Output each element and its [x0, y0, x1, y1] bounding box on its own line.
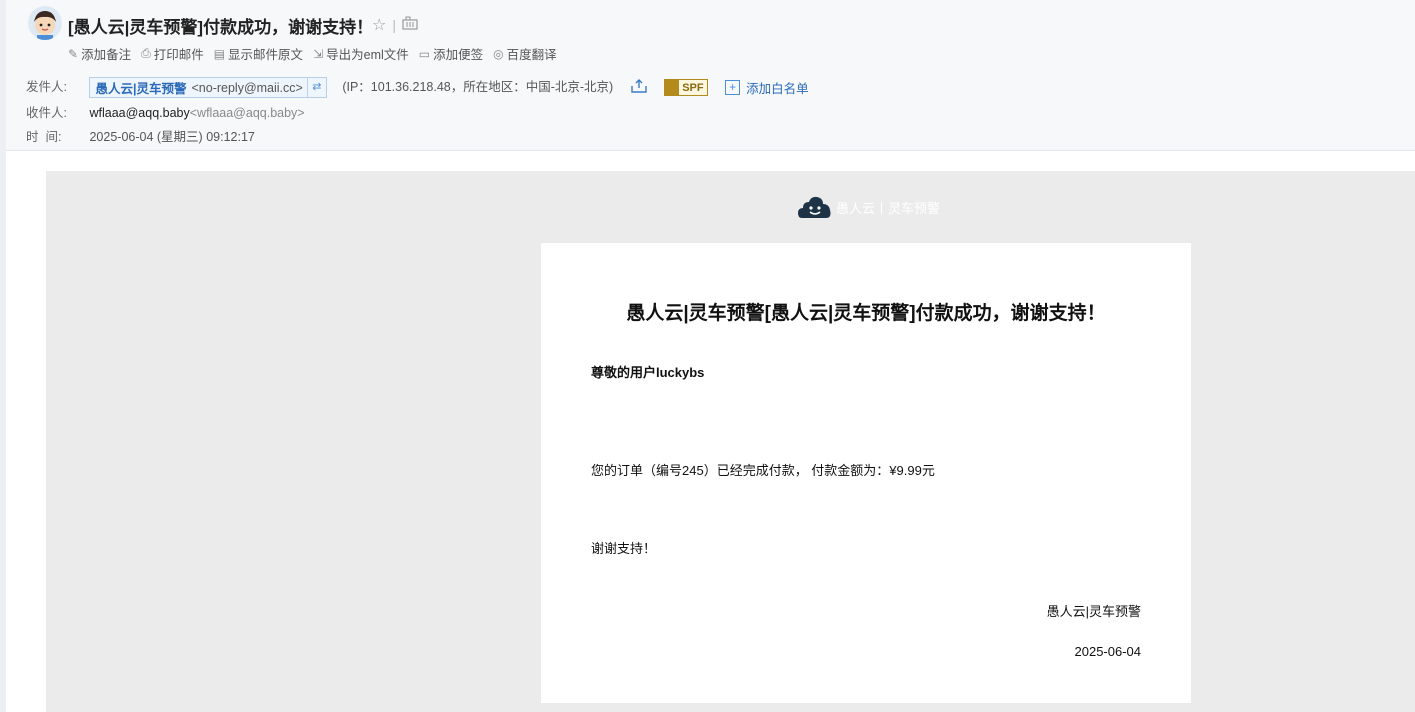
- time-label: 时 间:: [26, 130, 62, 144]
- mail-date: 2025-06-04: [1074, 644, 1142, 659]
- sender-address: <no-reply@maii.cc>: [191, 80, 303, 95]
- to-label: 收件人:: [26, 106, 67, 120]
- mail-body: 愚人云丨灵车预警 愚人云|灵车预警[愚人云|灵车预警]付款成功，谢谢支持！ 尊敬…: [46, 171, 1415, 712]
- add-note-action[interactable]: ✎ 添加备注: [68, 44, 131, 63]
- from-row: 发件人: 愚人云|灵车预警 <no-reply@maii.cc> ⇄ (IP：1…: [26, 76, 809, 99]
- print-action[interactable]: ⎙ 打印邮件: [141, 44, 204, 63]
- plus-icon: +: [725, 80, 741, 95]
- divider: |: [392, 17, 396, 33]
- from-label: 发件人:: [26, 80, 67, 94]
- mail-title: 愚人云|灵车预警[愚人云|灵车预警]付款成功，谢谢支持！: [626, 303, 1106, 324]
- export-icon: ⇲: [313, 46, 324, 61]
- shield-icon: [665, 80, 680, 96]
- brand-header: 愚人云丨灵车预警: [798, 194, 940, 220]
- note-icon: ▭: [418, 46, 431, 61]
- star-icon[interactable]: ☆: [372, 15, 386, 35]
- pencil-icon: ✎: [68, 46, 79, 61]
- sender-name: 愚人云|灵车预警: [95, 82, 187, 97]
- signature: 愚人云|灵车预警: [1046, 604, 1141, 619]
- recipient-address: <wflaaa@aqq.baby>: [189, 106, 305, 120]
- add-whitelist-link[interactable]: + 添加白名单: [725, 78, 809, 97]
- sender-chip[interactable]: 愚人云|灵车预警 <no-reply@maii.cc> ⇄: [89, 77, 327, 99]
- add-sticky-note-action[interactable]: ▭ 添加便签: [419, 44, 483, 63]
- order-paragraph: 您的订单（编号245）已经完成付款， 付款金额为：¥9.99元: [591, 463, 935, 478]
- to-row: 收件人: wflaaa@aqq.baby<wflaaa@aqq.baby>: [26, 102, 305, 121]
- cloud-logo-icon: [798, 194, 832, 220]
- export-eml-action[interactable]: ⇲ 导出为eml文件: [313, 44, 409, 63]
- greeting: 尊敬的用户luckybs: [591, 365, 705, 380]
- spf-badge[interactable]: SPF: [664, 79, 708, 97]
- swap-icon[interactable]: ⇄: [306, 78, 326, 98]
- sent-time: 2025-06-04 (星期三) 09:12:17: [89, 130, 255, 144]
- tag-icon[interactable]: [402, 15, 418, 35]
- sender-ip-info: (IP：101.36.218.48，所在地区：中国-北京-北京): [342, 80, 614, 94]
- upload-icon[interactable]: [631, 79, 647, 96]
- thanks-text: 谢谢支持！: [591, 541, 657, 556]
- recipient-name[interactable]: wflaaa@aqq.baby: [89, 106, 189, 120]
- mail-header: [愚人云|灵车预警]付款成功，谢谢支持！ ☆ | ✎ 添加备注 ⎙ 打印邮件 ▤ 显示…: [6, 0, 1415, 151]
- printer-icon: ⎙: [141, 46, 151, 60]
- mail-card: 愚人云|灵车预警[愚人云|灵车预警]付款成功，谢谢支持！ 尊敬的用户luckyb…: [541, 243, 1191, 703]
- baidu-translate-action[interactable]: ◎ 百度翻译: [493, 44, 557, 63]
- brand-name: 愚人云丨灵车预警: [836, 200, 941, 216]
- mail-subject: [愚人云|灵车预警]付款成功，谢谢支持！: [68, 18, 374, 37]
- avatar[interactable]: [28, 6, 62, 40]
- translate-icon: ◎: [493, 46, 504, 61]
- mail-actions: ✎ 添加备注 ⎙ 打印邮件 ▤ 显示邮件原文 ⇲ 导出为eml文件 ▭ 添加便签 ◎ 百度翻…: [68, 44, 557, 63]
- source-code-icon: ▤: [213, 46, 226, 61]
- time-row: 时 间: 2025-06-04 (星期三) 09:12:17: [26, 126, 255, 145]
- show-source-action[interactable]: ▤ 显示邮件原文: [214, 44, 303, 63]
